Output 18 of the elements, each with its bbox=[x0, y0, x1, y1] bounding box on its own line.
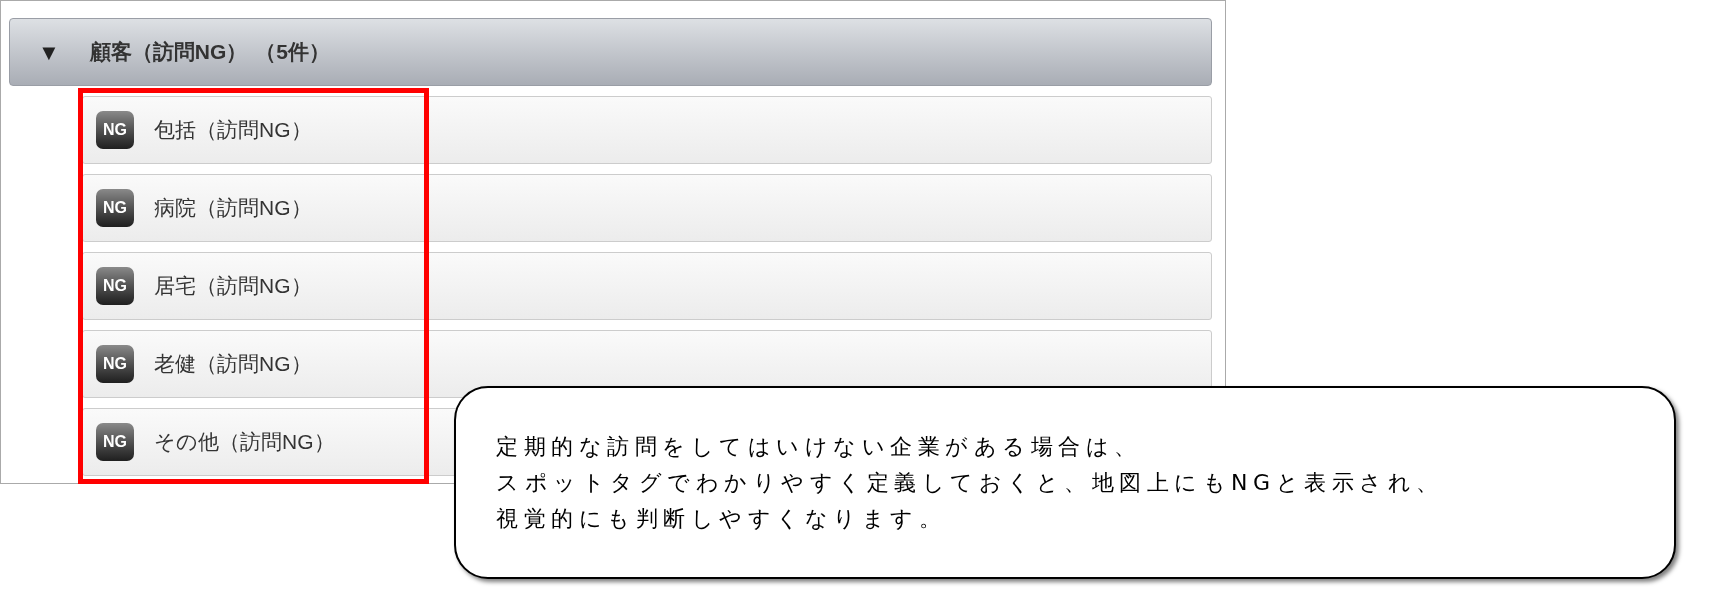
tag-label: 病院（訪問NG） bbox=[154, 195, 312, 222]
tag-label: 居宅（訪問NG） bbox=[154, 273, 312, 300]
ng-badge-icon: NG bbox=[96, 111, 134, 149]
group-header[interactable]: ▼ 顧客（訪問NG） （5件） bbox=[9, 18, 1212, 86]
ng-badge-icon: NG bbox=[96, 189, 134, 227]
ng-badge-icon: NG bbox=[96, 345, 134, 383]
group-title: 顧客（訪問NG） bbox=[89, 39, 248, 66]
item-count: （5件） bbox=[255, 39, 330, 66]
collapse-toggle[interactable]: ▼ bbox=[38, 35, 60, 69]
tag-item[interactable]: NG 病院（訪問NG） bbox=[82, 174, 1212, 242]
tag-label: 老健（訪問NG） bbox=[154, 351, 312, 378]
callout-text: 定期的な訪問をしてはいけない企業がある場合は、 スポットタグでわかりやすく定義しておくと、地図上にもNGと表示され、 視覚的にも判断しやすくなります。 bbox=[496, 432, 1444, 533]
tag-item[interactable]: NG 包括（訪問NG） bbox=[82, 96, 1212, 164]
tag-label: その他（訪問NG） bbox=[154, 429, 335, 456]
tag-label: 包括（訪問NG） bbox=[154, 117, 312, 144]
ng-badge-icon: NG bbox=[96, 423, 134, 461]
ng-badge-icon: NG bbox=[96, 267, 134, 305]
tag-item[interactable]: NG 居宅（訪問NG） bbox=[82, 252, 1212, 320]
